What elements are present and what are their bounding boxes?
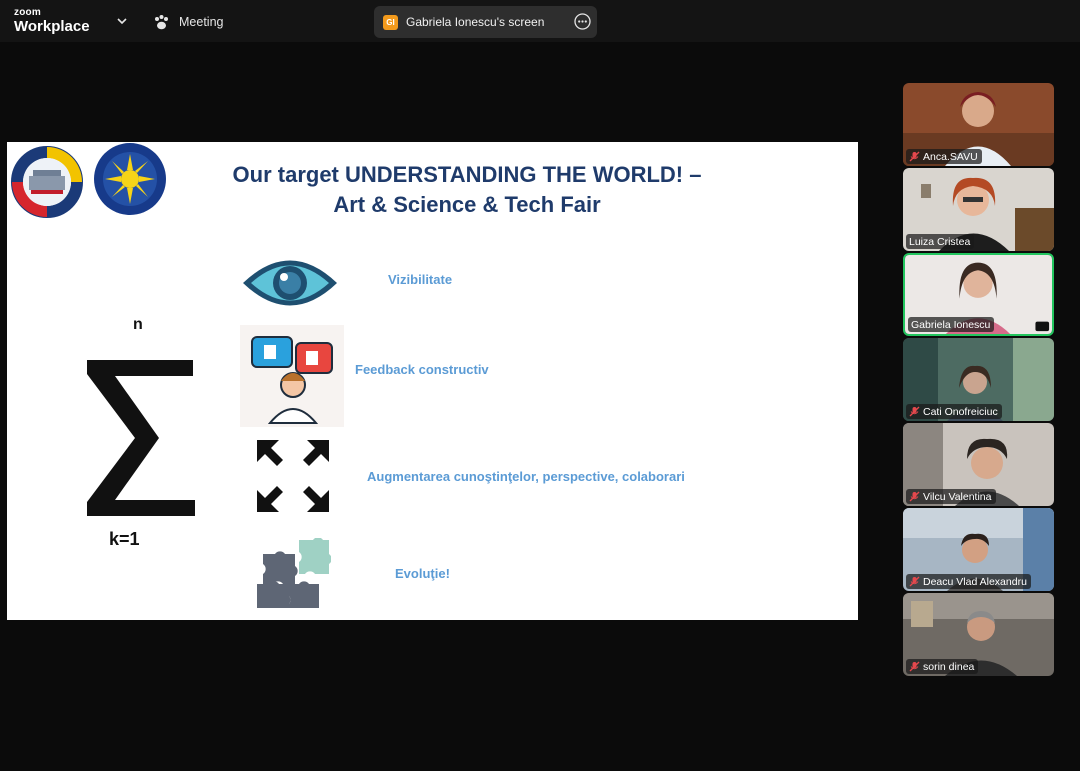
slide-title-line-1: Our target UNDERSTANDING THE WORLD! – (232, 162, 702, 187)
participant-name: Gabriela Ionescu (911, 318, 991, 331)
meeting-button[interactable]: Meeting (153, 12, 223, 32)
participant-tile-active-speaker[interactable]: Gabriela Ionescu (903, 253, 1054, 336)
politehnica-seal-icon (11, 146, 83, 218)
participant-tile[interactable]: Cati Onofreiciuc (903, 338, 1054, 421)
sharer-badge: GI (383, 14, 398, 30)
puzzle-icon (257, 538, 331, 608)
participant-nameplate: Luiza Cristea (906, 234, 975, 249)
mic-muted-icon (909, 661, 920, 672)
sigma-upper-limit: n (133, 316, 143, 333)
mic-muted-icon (909, 491, 920, 502)
item-text-evolution: Evoluţie! (395, 566, 450, 581)
expand-arrows-icon (257, 440, 329, 512)
logo-line-1: zoom (14, 7, 41, 18)
mic-muted-icon (909, 151, 920, 162)
screen-share-indicator[interactable]: GI Gabriela Ionescu's screen (374, 6, 597, 38)
sigma-lower-limit: k=1 (109, 529, 140, 549)
mic-muted-icon (909, 576, 920, 587)
participant-nameplate: Cati Onofreiciuc (906, 404, 1002, 419)
participant-tile[interactable]: Vilcu Valentina (903, 423, 1054, 506)
participant-name: Cati Onofreiciuc (923, 405, 998, 418)
share-label: Gabriela Ionescu's screen (406, 15, 545, 29)
participant-name: Deacu Vlad Alexandru (923, 575, 1027, 588)
participant-nameplate: Vilcu Valentina (906, 489, 996, 504)
participant-name: Vilcu Valentina (923, 490, 992, 503)
participant-name: Luiza Cristea (909, 235, 971, 248)
participant-name: Anca.SAVU (923, 150, 978, 163)
slide-title-line-2: Art & Science & Tech Fair (333, 192, 601, 217)
participant-tile[interactable]: Anca.SAVU (903, 83, 1054, 166)
item-text-knowledge: Augmentarea cunoştinţelor, perspective, … (367, 469, 685, 484)
logo-line-2: Workplace (14, 18, 90, 35)
sigma-symbol-icon (87, 360, 195, 516)
top-bar: zoom Workplace Meeting GI Gabriela Iones… (0, 0, 1080, 42)
chevron-down-icon[interactable] (114, 13, 130, 29)
more-options-icon[interactable] (574, 13, 591, 30)
participant-nameplate: Gabriela Ionescu (908, 317, 995, 332)
eye-icon (243, 260, 337, 306)
item-text-feedback: Feedback constructiv (355, 362, 489, 377)
participant-tile[interactable]: Deacu Vlad Alexandru (903, 508, 1054, 591)
participant-nameplate: Anca.SAVU (906, 149, 982, 164)
meeting-label: Meeting (179, 15, 224, 29)
faculty-energetics-seal-icon (94, 143, 166, 215)
item-text-visibility: Vizibilitate (388, 272, 453, 287)
feedback-icon (240, 325, 344, 427)
shared-screen-slide: Our target UNDERSTANDING THE WORLD! – Ar… (7, 142, 858, 620)
participant-tile[interactable]: sorin dinea (903, 593, 1054, 676)
paw-icon (155, 14, 168, 29)
slide-title: Our target UNDERSTANDING THE WORLD! – Ar… (187, 160, 747, 220)
mic-muted-icon (909, 406, 920, 417)
participant-tile[interactable]: Luiza Cristea (903, 168, 1054, 251)
zoom-workplace-logo[interactable]: zoom Workplace (14, 7, 90, 35)
participant-nameplate: sorin dinea (906, 659, 979, 674)
participant-name: sorin dinea (923, 660, 975, 673)
participant-nameplate: Deacu Vlad Alexandru (906, 574, 1031, 589)
